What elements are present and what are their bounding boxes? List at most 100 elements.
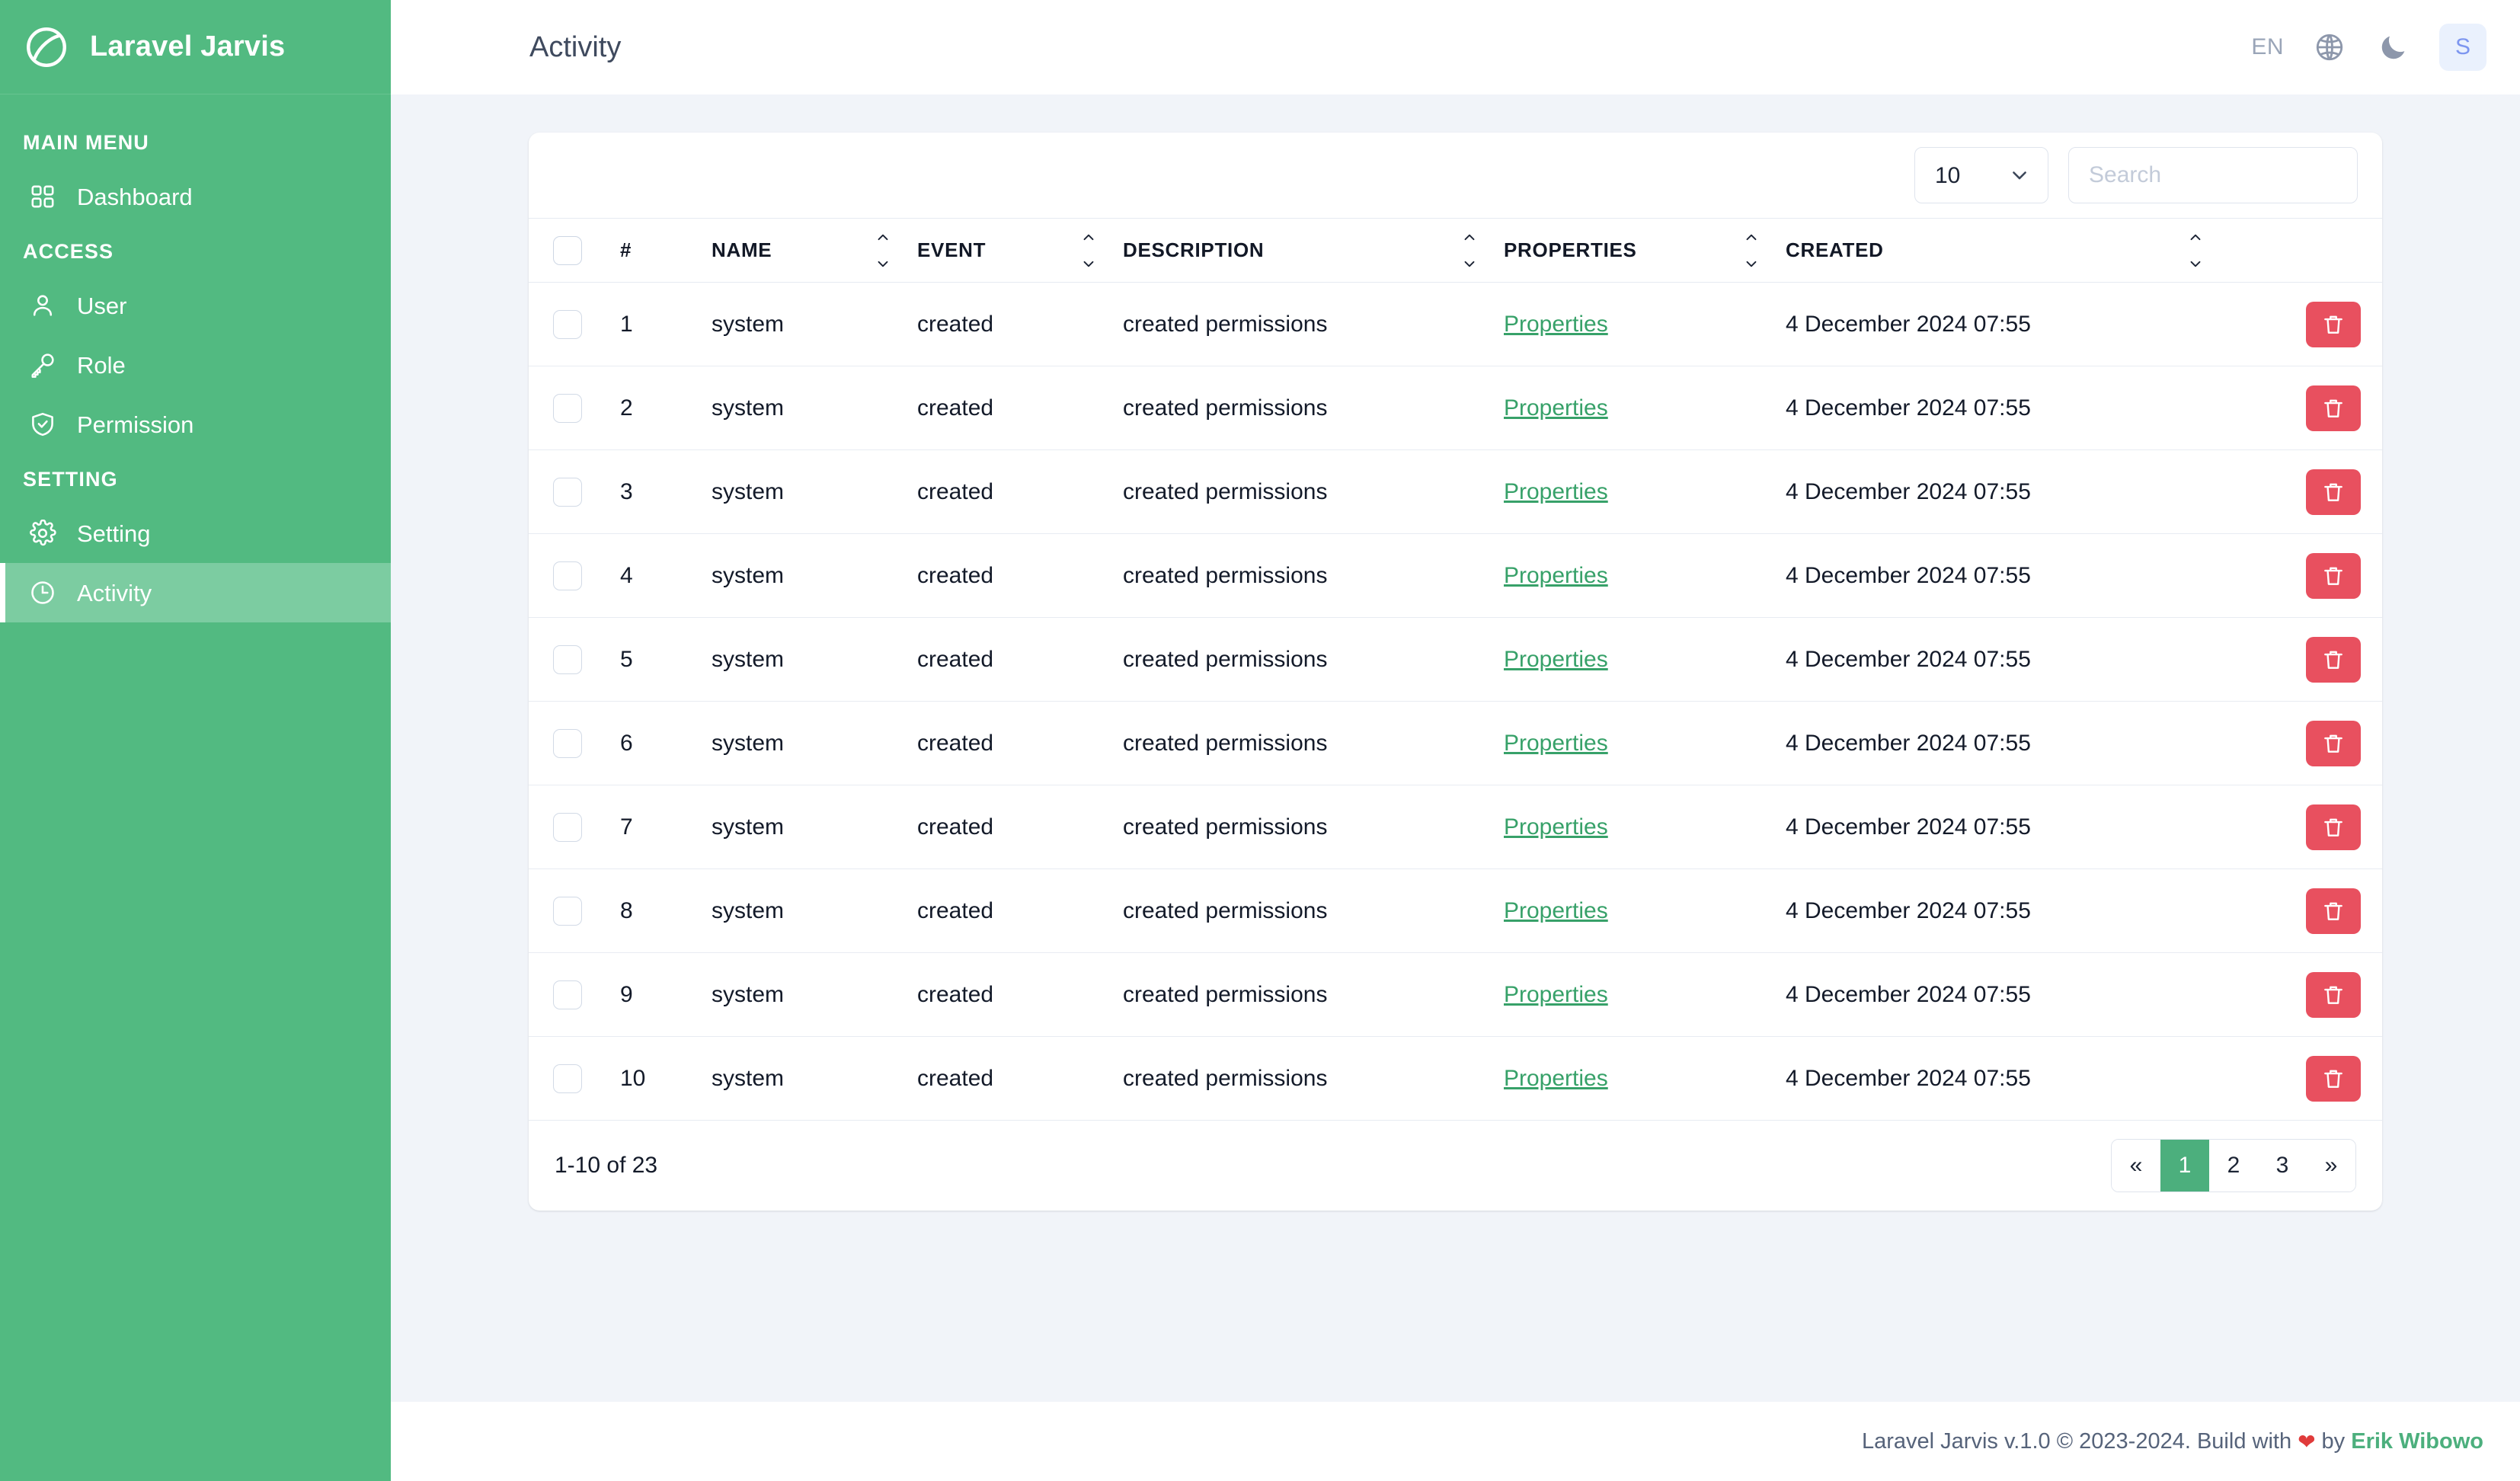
properties-link[interactable]: Properties bbox=[1504, 479, 1608, 504]
cell-name: system bbox=[712, 953, 917, 1037]
cell-num: 1 bbox=[620, 283, 712, 366]
app-root: Laravel Jarvis MAIN MENU Dashboard ACCES… bbox=[0, 0, 2520, 1481]
column-header-name[interactable]: NAME bbox=[712, 219, 917, 283]
properties-link[interactable]: Properties bbox=[1504, 647, 1608, 672]
cell-num: 3 bbox=[620, 450, 712, 534]
properties-link[interactable]: Properties bbox=[1504, 731, 1608, 756]
delete-row-button[interactable] bbox=[2306, 1056, 2361, 1102]
cell-description: created permissions bbox=[1123, 869, 1504, 953]
sidebar-item-setting[interactable]: Setting bbox=[0, 504, 391, 563]
cell-event: created bbox=[917, 618, 1123, 702]
cell-description: created permissions bbox=[1123, 366, 1504, 450]
pagination-first-button[interactable]: « bbox=[2112, 1140, 2160, 1192]
properties-link[interactable]: Properties bbox=[1504, 563, 1608, 588]
language-label[interactable]: EN bbox=[2251, 34, 2284, 60]
sidebar-item-label: User bbox=[77, 294, 126, 318]
cell-num: 2 bbox=[620, 366, 712, 450]
pagination-page-3[interactable]: 3 bbox=[2258, 1140, 2307, 1192]
avatar[interactable]: S bbox=[2439, 24, 2486, 71]
globe-icon[interactable] bbox=[2311, 29, 2348, 66]
cell-description: created permissions bbox=[1123, 953, 1504, 1037]
delete-row-button[interactable] bbox=[2306, 888, 2361, 934]
brand-header[interactable]: Laravel Jarvis bbox=[0, 0, 391, 94]
trash-icon bbox=[2321, 648, 2346, 672]
cell-created: 4 December 2024 07:55 bbox=[1786, 953, 2230, 1037]
trash-icon bbox=[2321, 899, 2346, 923]
row-checkbox[interactable] bbox=[553, 645, 582, 674]
sort-icon[interactable] bbox=[875, 231, 891, 270]
trash-icon bbox=[2321, 815, 2346, 840]
pagination-page-1[interactable]: 1 bbox=[2160, 1140, 2209, 1192]
row-checkbox[interactable] bbox=[553, 394, 582, 423]
cell-properties: Properties bbox=[1504, 953, 1786, 1037]
cell-actions bbox=[2230, 702, 2382, 785]
delete-row-button[interactable] bbox=[2306, 302, 2361, 347]
trash-icon bbox=[2321, 564, 2346, 588]
delete-row-button[interactable] bbox=[2306, 804, 2361, 850]
sidebar-item-label: Dashboard bbox=[77, 185, 193, 209]
row-checkbox[interactable] bbox=[553, 813, 582, 842]
sort-icon[interactable] bbox=[1080, 231, 1097, 270]
sidebar-item-role[interactable]: Role bbox=[0, 335, 391, 395]
cell-event: created bbox=[917, 702, 1123, 785]
select-all-checkbox[interactable] bbox=[553, 236, 582, 265]
row-checkbox[interactable] bbox=[553, 729, 582, 758]
clock-icon bbox=[28, 578, 57, 607]
per-page-select[interactable]: 10 25 50 100 bbox=[1914, 147, 2048, 203]
cell-name: system bbox=[712, 534, 917, 618]
sort-icon[interactable] bbox=[2187, 231, 2204, 270]
search-input[interactable] bbox=[2068, 147, 2358, 203]
table-head: # NAME bbox=[529, 219, 2382, 283]
gear-icon bbox=[28, 519, 57, 548]
properties-link[interactable]: Properties bbox=[1504, 312, 1608, 337]
cell-name: system bbox=[712, 869, 917, 953]
cell-properties: Properties bbox=[1504, 702, 1786, 785]
footer-author-link[interactable]: Erik Wibowo bbox=[2351, 1429, 2483, 1454]
row-checkbox[interactable] bbox=[553, 1064, 582, 1093]
properties-link[interactable]: Properties bbox=[1504, 814, 1608, 840]
column-header-num: # bbox=[620, 219, 712, 283]
footer-by-text: by bbox=[2322, 1429, 2346, 1454]
cell-actions bbox=[2230, 869, 2382, 953]
properties-link[interactable]: Properties bbox=[1504, 395, 1608, 421]
key-icon bbox=[28, 350, 57, 379]
row-checkbox[interactable] bbox=[553, 310, 582, 339]
sidebar-section-access: ACCESS bbox=[0, 226, 391, 276]
trash-icon bbox=[2321, 480, 2346, 504]
moon-icon[interactable] bbox=[2375, 29, 2412, 66]
cell-description: created permissions bbox=[1123, 1037, 1504, 1121]
column-header-properties[interactable]: PROPERTIES bbox=[1504, 219, 1786, 283]
pagination-page-2[interactable]: 2 bbox=[2209, 1140, 2258, 1192]
cell-name: system bbox=[712, 1037, 917, 1121]
cell-name: system bbox=[712, 702, 917, 785]
sidebar-item-user[interactable]: User bbox=[0, 276, 391, 335]
brand-name: Laravel Jarvis bbox=[90, 30, 285, 63]
row-checkbox[interactable] bbox=[553, 561, 582, 590]
page-title: Activity bbox=[529, 31, 621, 64]
column-header-event[interactable]: EVENT bbox=[917, 219, 1123, 283]
properties-link[interactable]: Properties bbox=[1504, 982, 1608, 1007]
properties-link[interactable]: Properties bbox=[1504, 898, 1608, 923]
column-header-description[interactable]: DESCRIPTION bbox=[1123, 219, 1504, 283]
delete-row-button[interactable] bbox=[2306, 721, 2361, 766]
row-checkbox[interactable] bbox=[553, 980, 582, 1009]
delete-row-button[interactable] bbox=[2306, 972, 2361, 1018]
delete-row-button[interactable] bbox=[2306, 553, 2361, 599]
sort-icon[interactable] bbox=[1461, 231, 1478, 270]
cell-event: created bbox=[917, 283, 1123, 366]
cell-num: 6 bbox=[620, 702, 712, 785]
column-header-created[interactable]: CREATED bbox=[1786, 219, 2230, 283]
row-checkbox[interactable] bbox=[553, 478, 582, 507]
row-checkbox[interactable] bbox=[553, 897, 582, 926]
delete-row-button[interactable] bbox=[2306, 469, 2361, 515]
sidebar-item-dashboard[interactable]: Dashboard bbox=[0, 167, 391, 226]
properties-link[interactable]: Properties bbox=[1504, 1066, 1608, 1091]
delete-row-button[interactable] bbox=[2306, 385, 2361, 431]
pagination-last-button[interactable]: » bbox=[2307, 1140, 2355, 1192]
sidebar-item-activity[interactable]: Activity bbox=[0, 563, 391, 622]
sidebar-item-permission[interactable]: Permission bbox=[0, 395, 391, 454]
sidebar: Laravel Jarvis MAIN MENU Dashboard ACCES… bbox=[0, 0, 391, 1481]
cell-description: created permissions bbox=[1123, 450, 1504, 534]
sort-icon[interactable] bbox=[1743, 231, 1760, 270]
delete-row-button[interactable] bbox=[2306, 637, 2361, 683]
